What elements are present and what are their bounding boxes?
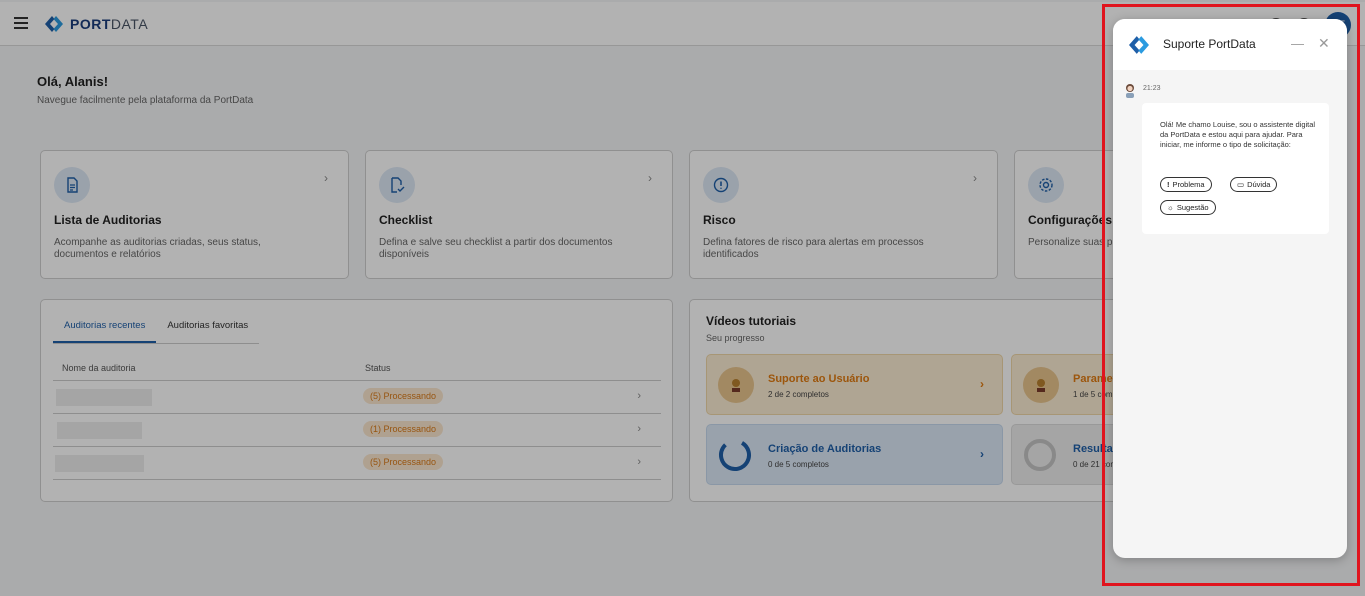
chevron-right-icon: › [973,171,977,185]
chat-message-text: Olá! Me chamo Louise, sou o assistente d… [1160,120,1316,149]
redacted-audit-name [57,422,142,439]
video-card-progress: 0 de 5 completos [768,460,829,469]
chevron-right-icon: › [637,456,641,468]
status-badge: (5) Processando [363,454,444,470]
card-title: Configurações [1028,213,1113,227]
option-duvida-button[interactable]: ▭ Dúvida [1230,177,1278,192]
option-label: Problema [1172,180,1205,189]
option-label: Dúvida [1247,180,1271,189]
page-title: Olá, Alanis! [37,74,109,89]
portdata-logo-icon [1129,36,1149,54]
chat-header: Suporte PortData — ✕ [1113,19,1347,70]
redacted-audit-name [56,389,152,406]
greeting: Olá, Alanis! Navegue facilmente pela pla… [37,74,253,106]
option-sugestao-button[interactable]: ☼ Sugestão [1160,200,1216,215]
videos-title: Vídeos tutoriais [706,314,797,328]
chat-message-bubble: Olá! Me chamo Louise, sou o assistente d… [1142,103,1329,234]
column-header-status: Status [365,363,391,373]
close-icon[interactable]: ✕ [1318,35,1330,52]
minimize-icon[interactable]: — [1291,36,1304,51]
logo-text: PORTDATA [70,16,149,32]
option-problema-button[interactable]: ! Problema [1160,177,1212,192]
column-header-name: Nome da auditoria [62,363,136,373]
card-title: Risco [703,213,736,227]
support-chat-window: Suporte PortData — ✕ 21:23 Olá! Me chamo… [1113,19,1347,558]
video-card-progress: 2 de 2 completos [768,390,829,399]
document-icon [54,167,90,203]
audits-tabs: Auditorias recentes Auditorias favoritas [53,314,260,344]
speech-bubble-icon: ▭ [1237,180,1245,189]
option-label: Sugestão [1176,203,1209,212]
tab-auditorias-favoritas[interactable]: Auditorias favoritas [156,314,259,343]
exclamation-icon: ! [1167,180,1170,189]
video-card-title: Suporte ao Usuário [768,373,870,385]
video-card-title: Criação de Auditorias [768,443,882,455]
chevron-right-icon: › [980,377,984,391]
tab-auditorias-recentes[interactable]: Auditorias recentes [53,314,157,343]
alert-icon [703,167,739,203]
card-description: Acompanhe as auditorias criadas, seus st… [54,237,261,260]
progress-ring-icon [719,439,751,471]
table-row[interactable]: (5) Processando › [53,447,661,480]
status-badge: (1) Processando [363,421,444,437]
table-row[interactable]: (5) Processando › [53,381,661,414]
chat-title: Suporte PortData [1163,37,1256,51]
status-badge: (5) Processando [363,388,444,404]
card-checklist[interactable]: › Checklist Defina e salve seu checklist… [365,150,673,279]
redacted-audit-name [55,455,144,472]
chevron-right-icon: › [648,171,652,185]
chevron-right-icon: › [637,423,641,435]
gear-icon [1028,167,1064,203]
table-header: Nome da auditoria Status [53,360,661,381]
medal-icon [1023,367,1059,403]
card-lista-auditorias[interactable]: › Lista de Auditorias Acompanhe as audit… [40,150,349,279]
menu-icon[interactable] [14,17,28,29]
message-timestamp: 21:23 [1143,85,1161,92]
file-check-icon [379,167,415,203]
portdata-logo-icon [45,16,63,32]
audits-panel: Auditorias recentes Auditorias favoritas… [40,299,673,502]
video-card-resultados[interactable]: Resultados 0 de 21 completos [1011,424,1128,485]
page-subtitle: Navegue facilmente pela plataforma da Po… [37,95,254,106]
medal-icon [718,367,754,403]
chevron-right-icon: › [980,447,984,461]
video-card-criacao[interactable]: Criação de Auditorias 0 de 5 completos › [706,424,1003,485]
card-title: Lista de Auditorias [54,213,162,227]
video-card-parametrizacao[interactable]: Parametrização 1 de 5 completos [1011,354,1128,415]
video-card-suporte[interactable]: Suporte ao Usuário 2 de 2 completos › [706,354,1003,415]
progress-ring-icon [1024,439,1056,471]
videos-panel: Vídeos tutoriais Seu progresso Suporte a… [689,299,1129,502]
card-description: Defina e salve seu checklist a partir do… [379,237,613,260]
table-row[interactable]: (1) Processando › [53,414,661,447]
chevron-right-icon: › [637,390,641,402]
lightbulb-icon: ☼ [1167,203,1174,212]
portdata-logo[interactable]: PORTDATA [44,15,148,33]
chevron-right-icon: › [324,171,328,185]
agent-avatar [1126,84,1134,98]
videos-subtitle: Seu progresso [706,333,765,343]
card-risco[interactable]: › Risco Defina fatores de risco para ale… [689,150,998,279]
card-description: Defina fatores de risco para alertas em … [703,237,924,260]
card-title: Checklist [379,213,433,227]
